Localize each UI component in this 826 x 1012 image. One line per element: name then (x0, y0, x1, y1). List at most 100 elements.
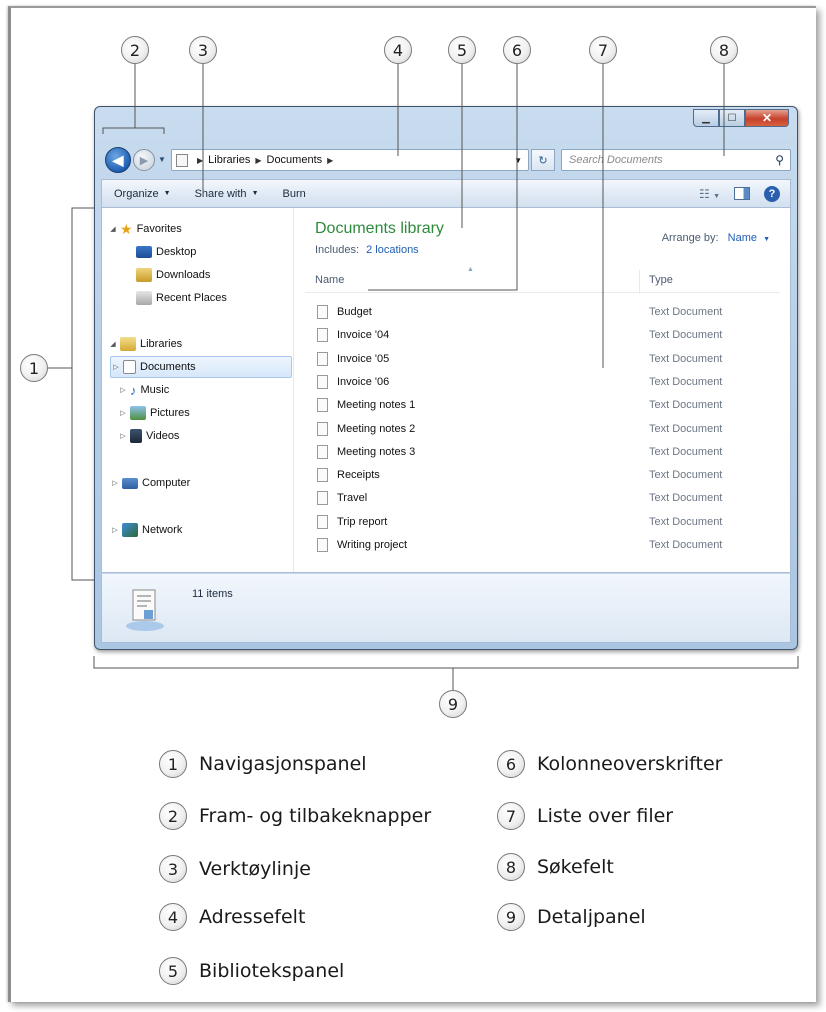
file-name: Budget (337, 306, 372, 318)
file-type: Text Document (649, 539, 723, 551)
nav-documents[interactable]: ▷ Documents (110, 356, 292, 378)
nav-label: Favorites (136, 223, 182, 235)
navigation-row: ◀ ▶ ▼ ▶ Libraries ▶ Documents ▶ ▼ ↻ Sear… (101, 147, 791, 173)
file-name: Meeting notes 3 (337, 445, 416, 458)
computer-icon (122, 477, 138, 489)
forward-button[interactable]: ▶ (133, 149, 155, 171)
callout-4: 4 (384, 36, 412, 64)
legend-item-5: 5 Bibliotekspanel (159, 957, 344, 985)
history-dropdown-icon[interactable]: ▼ (158, 155, 166, 164)
nav-computer[interactable]: ▷ Computer (110, 474, 190, 492)
text-document-icon (317, 444, 328, 459)
nav-label: Computer (142, 477, 191, 489)
network-icon (122, 523, 138, 537)
search-input[interactable]: Search Documents ⚲ (561, 149, 791, 171)
nav-recent-places[interactable]: Recent Places (134, 289, 227, 307)
burn-button[interactable]: Burn (271, 180, 318, 207)
expand-arrow-icon[interactable]: ◢ (108, 340, 118, 348)
includes-label: Includes: (315, 244, 360, 256)
file-row[interactable]: Invoice '04 Text Document (295, 325, 790, 347)
library-content: Documents library Includes: 2 locations … (295, 208, 790, 572)
change-view-icon[interactable]: ☷ ▼ (699, 187, 720, 201)
expand-arrow-icon[interactable]: ▷ (118, 386, 128, 394)
share-with-button[interactable]: Share with ▼ (183, 180, 271, 207)
nav-desktop[interactable]: Desktop (134, 243, 196, 261)
back-button[interactable]: ◀ (105, 147, 131, 173)
chevron-down-icon: ▼ (163, 190, 171, 197)
column-header-name[interactable]: Name (315, 274, 344, 286)
legend-text: Navigasjonspanel (199, 753, 367, 775)
legend-item-9: 9 Detaljpanel (497, 903, 646, 931)
address-segment-documents[interactable]: Documents (267, 154, 323, 166)
file-row[interactable]: Receipts Text Document (295, 465, 790, 487)
file-name: Invoice '04 (337, 329, 390, 342)
address-segment-libraries[interactable]: Libraries (208, 154, 250, 166)
close-button[interactable]: ✕ (745, 109, 789, 127)
file-row[interactable]: Invoice '05 Text Document (295, 349, 790, 371)
file-type: Text Document (649, 306, 723, 318)
nav-pictures[interactable]: ▷ Pictures (118, 404, 190, 422)
text-document-icon (317, 538, 328, 552)
address-bar[interactable]: ▶ Libraries ▶ Documents ▶ ▼ (171, 149, 529, 171)
file-row[interactable]: Meeting notes 2 Text Document (295, 419, 790, 441)
chevron-right-icon[interactable]: ▶ (197, 156, 203, 165)
legend-number: 8 (497, 853, 525, 881)
file-row[interactable]: Meeting notes 3 Text Document (295, 442, 790, 464)
sort-ascending-icon: ▲ (467, 266, 474, 273)
nav-label: Recent Places (156, 292, 227, 304)
nav-downloads[interactable]: Downloads (134, 266, 210, 284)
nav-videos[interactable]: ▷ Videos (118, 427, 179, 445)
downloads-icon (136, 268, 152, 282)
chevron-down-icon[interactable]: ▼ (763, 236, 770, 243)
nav-libraries[interactable]: ◢ Libraries (108, 335, 182, 353)
nav-music[interactable]: ▷ ♪ Music (118, 381, 169, 399)
nav-favorites[interactable]: ◢ ★ Favorites (108, 220, 182, 238)
expand-arrow-icon[interactable]: ▷ (110, 526, 120, 534)
file-name: Meeting notes 1 (337, 399, 416, 412)
file-row[interactable]: Meeting notes 1 Text Document (295, 395, 790, 417)
chevron-right-icon[interactable]: ▶ (327, 156, 333, 165)
chevron-right-icon[interactable]: ▶ (255, 156, 261, 165)
column-divider[interactable] (639, 270, 640, 294)
legend-number: 4 (159, 903, 187, 931)
column-header-type[interactable]: Type (649, 274, 673, 286)
expand-arrow-icon[interactable]: ▷ (118, 432, 128, 440)
documents-icon (123, 360, 136, 374)
file-row[interactable]: Invoice '06 Text Document (295, 372, 790, 394)
nav-label: Network (142, 524, 183, 536)
nav-label: Libraries (140, 338, 183, 350)
toolbar-right: ☷ ▼ ? (699, 185, 790, 202)
library-documents-icon (126, 589, 164, 631)
file-type: Text Document (649, 375, 723, 388)
library-title: Documents library (315, 220, 444, 237)
organize-button[interactable]: Organize ▼ (102, 180, 183, 207)
legend-text: Søkefelt (537, 856, 614, 878)
address-dropdown-icon[interactable]: ▼ (514, 156, 522, 165)
file-type: Text Document (649, 422, 723, 435)
help-icon[interactable]: ? (764, 185, 780, 202)
share-with-label: Share with (194, 187, 247, 200)
file-row[interactable]: Budget Text Document (295, 302, 790, 324)
text-document-icon (317, 305, 328, 319)
file-row[interactable]: Trip report Text Document (295, 512, 790, 534)
nav-network[interactable]: ▷ Network (110, 521, 182, 539)
expand-arrow-icon[interactable]: ▷ (118, 409, 128, 417)
legend-number: 6 (497, 750, 525, 778)
includes-locations-link[interactable]: 2 locations (366, 244, 419, 256)
expand-arrow-icon[interactable]: ◢ (108, 225, 118, 233)
file-row[interactable]: Writing project Text Document (295, 535, 790, 557)
preview-pane-icon[interactable] (734, 187, 750, 200)
search-icon[interactable]: ⚲ (775, 153, 784, 167)
item-count: 11 items (192, 588, 233, 600)
maximize-button[interactable]: ☐ (719, 109, 745, 127)
expand-arrow-icon[interactable]: ▷ (111, 363, 121, 371)
minimize-button[interactable]: ▁ (693, 109, 719, 127)
file-row[interactable]: Travel Text Document (295, 488, 790, 510)
text-document-icon (317, 374, 328, 389)
callout-2: 2 (121, 36, 149, 64)
expand-arrow-icon[interactable]: ▷ (110, 479, 120, 487)
file-name: Receipts (337, 469, 380, 482)
header-divider (305, 292, 780, 293)
arrange-by-dropdown[interactable]: Name (728, 232, 757, 244)
refresh-button[interactable]: ↻ (531, 149, 555, 171)
